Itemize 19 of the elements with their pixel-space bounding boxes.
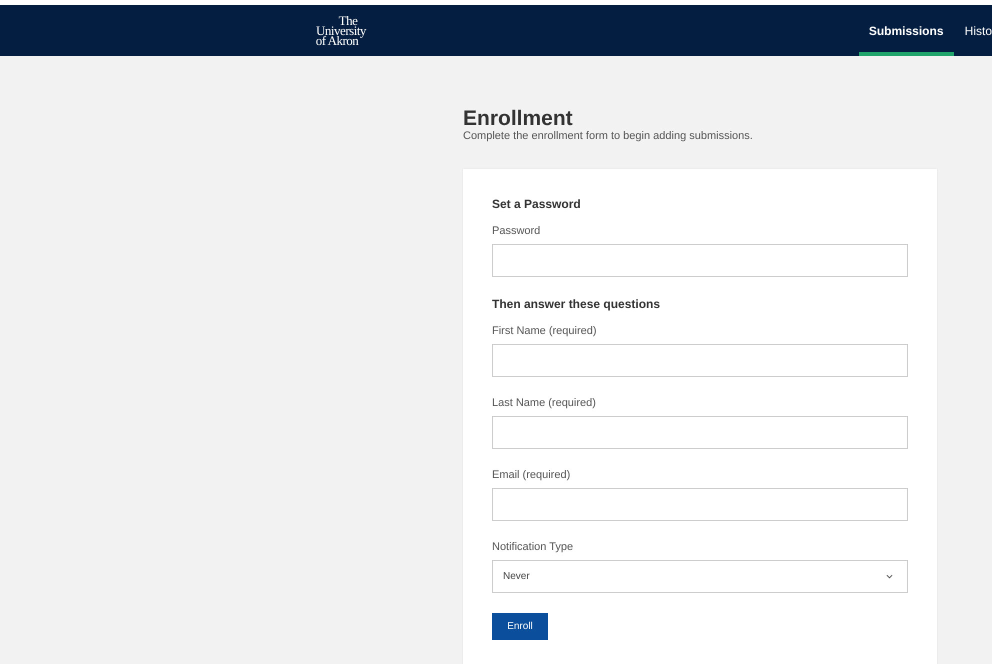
field-label: Email (required) <box>492 469 572 481</box>
page-title: Enrollment <box>463 108 574 130</box>
field-label: Password <box>492 225 542 237</box>
nav-tab[interactable]: Histo <box>954 5 992 56</box>
page-subtitle: Complete the enrollment form to begin adding submissions. <box>463 130 754 142</box>
field-label: Last Name (required) <box>492 397 597 409</box>
input-field[interactable] <box>492 244 908 277</box>
chevron-down-icon <box>886 574 893 579</box>
input-field[interactable] <box>492 488 908 521</box>
nav-tab[interactable]: Submissions <box>858 5 954 56</box>
field-label: Notification Type <box>492 541 574 553</box>
enroll-button[interactable]: Enroll <box>492 613 548 640</box>
section-heading: Set a Password <box>492 197 582 211</box>
university-logo[interactable]: The University of Akron <box>296 5 386 56</box>
dropdown[interactable]: Never <box>492 560 908 593</box>
section-heading: Then answer these questions <box>492 297 662 311</box>
input-field[interactable] <box>492 344 908 377</box>
input-field[interactable] <box>492 416 908 449</box>
field-label: First Name (required) <box>492 325 598 337</box>
